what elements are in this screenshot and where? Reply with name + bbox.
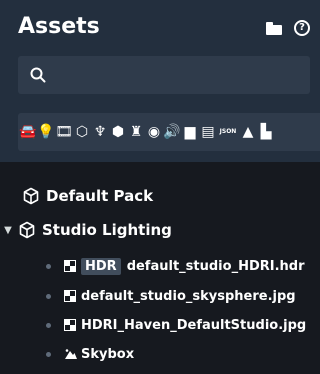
folder-icon[interactable] [266,21,282,35]
tree-bullet [46,351,51,357]
cube-icon [23,187,39,205]
tree-item-label: HDRI_Haven_DefaultStudio.jpg [81,317,307,333]
tree-item-label: Studio Lighting [42,221,172,239]
tree-bullet [46,263,51,269]
sound-icon[interactable]: 🔊 [163,123,180,141]
search-box[interactable] [18,56,310,94]
tree-item-studio-lighting[interactable]: ▼ Studio Lighting [2,217,172,243]
hdr-badge: HDR [81,257,121,275]
skybox-icon[interactable]: ▲ [240,123,256,141]
tree-item-default-studio-skysphere[interactable]: default_studio_skysphere.jpg [46,283,296,309]
hdri-file-icon [64,290,76,302]
document-icon[interactable]: ▆ [182,123,198,141]
expand-caret-icon[interactable]: ▼ [2,225,14,236]
cube-icon[interactable]: ⬡ [74,123,90,141]
circle-icon[interactable]: ◉ [146,123,162,141]
tree-item-default-studio-hdri[interactable]: HDR default_studio_HDRI.hdr [46,253,305,279]
tree-item-label: Skybox [81,346,135,362]
assets-header: Assets ? [0,0,320,52]
film-icon[interactable]: 🎞 [55,123,73,141]
tree-bullet [46,322,51,328]
character-icon[interactable]: ♜ [128,123,144,141]
help-icon[interactable]: ? [294,20,310,36]
search-input[interactable] [54,66,308,84]
hdri-file-icon [64,260,76,272]
search-icon [30,67,46,83]
tree-item-default-pack[interactable]: Default Pack [22,183,153,209]
tree-item-label: Default Pack [46,187,154,205]
tree-item-label: default_studio_skysphere.jpg [81,288,296,304]
header-actions: ? [266,20,310,36]
asset-type-filter-bar: 🚘 💡 🎞 ⬡ ♆ ⬢ ♜ ◉ 🔊 ▆ ▤ JSON ▲ ▙ [18,113,320,151]
light-icon[interactable]: 💡 [37,123,54,141]
tree-bullet [46,293,51,299]
tree-item-hdri-haven[interactable]: HDRI_Haven_DefaultStudio.jpg [46,312,306,338]
comment-icon[interactable]: ▤ [200,123,216,141]
json-label: JSON [219,128,237,135]
tree-item-label: default_studio_HDRI.hdr [126,258,305,274]
more-icon[interactable]: ▙ [258,123,274,141]
cube-add-icon[interactable]: ⬢ [110,123,126,141]
json-icon[interactable]: JSON [218,123,238,141]
car-icon[interactable]: 🚘 [19,123,36,141]
rig-icon[interactable]: ♆ [92,123,108,141]
hdri-file-icon [64,319,76,331]
skybox-icon [65,349,77,359]
tree-item-skybox[interactable]: Skybox [46,341,134,367]
panel-title: Assets [18,14,100,39]
help-glyph: ? [299,22,305,33]
cube-icon [19,221,35,239]
